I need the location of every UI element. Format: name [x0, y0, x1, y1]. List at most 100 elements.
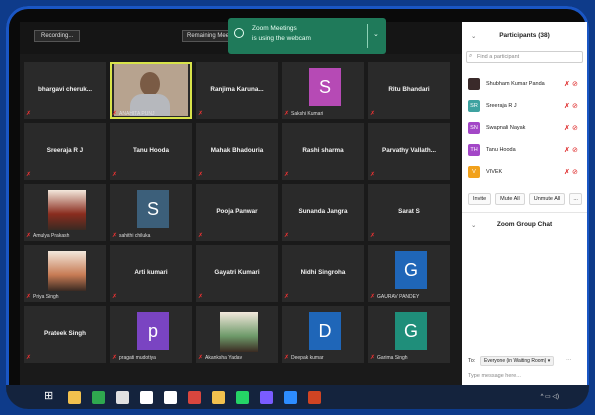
- muted-mic-icon[interactable]: ✗: [564, 146, 570, 154]
- system-tray[interactable]: ^ ▭ ◁): [541, 393, 559, 400]
- muted-mic-icon: ✗: [26, 172, 32, 178]
- unmute-all-button[interactable]: Unmute All: [528, 193, 566, 205]
- participant-tile[interactable]: p ✗ pragati mudotiya: [110, 306, 192, 363]
- muted-mic-icon[interactable]: ✗: [564, 102, 570, 110]
- participant-name: Arti kumari: [134, 269, 168, 276]
- files-icon[interactable]: [116, 391, 129, 404]
- panel-divider: [462, 212, 587, 213]
- participant-tile[interactable]: S ✗ Sakshi Kumari: [282, 62, 364, 119]
- participant-tile[interactable]: Sunanda Jangra ✗: [282, 184, 364, 241]
- participant-row[interactable]: V VIVEK ✗ ⊘: [468, 164, 583, 186]
- muted-mic-icon[interactable]: ✗: [564, 124, 570, 132]
- muted-mic-icon: ✗: [284, 355, 290, 361]
- video-off-icon[interactable]: ⊘: [572, 102, 578, 110]
- participant-tile[interactable]: Ritu Bhandari ✗: [368, 62, 450, 119]
- app-icon[interactable]: [140, 391, 153, 404]
- participant-tile[interactable]: ✗ ANAHITA PUNJ: [110, 62, 192, 119]
- folder-icon[interactable]: [212, 391, 225, 404]
- participant-tile[interactable]: Tanu Hooda ✗: [110, 123, 192, 180]
- powerpoint-icon[interactable]: [308, 391, 321, 404]
- participant-label: GAURAV PANDEY: [377, 294, 420, 300]
- participant-tile[interactable]: Sarat S ✗: [368, 184, 450, 241]
- participant-tile[interactable]: Parvathy Vallath... ✗: [368, 123, 450, 180]
- muted-mic-icon: ✗: [198, 172, 204, 178]
- muted-mic-icon: ✗: [26, 294, 32, 300]
- participant-label: Amulya Prakash: [33, 233, 70, 239]
- video-off-icon[interactable]: ⊘: [572, 146, 578, 154]
- participant-tile[interactable]: Sreeraja R J ✗: [24, 123, 106, 180]
- participant-tile[interactable]: G ✗ Garima Singh: [368, 306, 450, 363]
- mute-all-button[interactable]: Mute All: [495, 193, 525, 205]
- participant-label: Akanksha Yadav: [205, 355, 243, 361]
- muted-mic-icon: ✗: [112, 172, 118, 178]
- chat-message-input[interactable]: Type message here...: [468, 373, 521, 379]
- recording-indicator[interactable]: Recording...: [34, 30, 81, 42]
- file-explorer-icon[interactable]: [68, 391, 81, 404]
- video-off-icon[interactable]: ⊘: [572, 80, 578, 88]
- participants-title: Participants (38): [499, 32, 550, 39]
- chevron-down-icon[interactable]: ⌄: [373, 30, 379, 38]
- participant-tile[interactable]: Pooja Panwar ✗: [196, 184, 278, 241]
- participant-row[interactable]: SR Sreeraja R J ✗ ⊘: [468, 98, 583, 120]
- participant-row[interactable]: Shubham Kumar Panda ✗ ⊘: [468, 76, 583, 98]
- participant-actions: Invite Mute All Unmute All ...: [468, 193, 582, 205]
- participant-label: Priya Singh: [33, 294, 59, 300]
- chrome-icon[interactable]: [188, 391, 201, 404]
- chat-recipient-value: Everyone (in Waiting Room): [484, 358, 547, 364]
- participant-name: Mahak Bhadouria: [210, 147, 264, 154]
- participant-avatar: SN: [468, 122, 480, 134]
- participant-name: Parvathy Vallath...: [382, 147, 436, 154]
- profile-photo: [48, 251, 86, 291]
- muted-mic-icon[interactable]: ✗: [564, 168, 570, 176]
- office-icon[interactable]: [92, 391, 105, 404]
- muted-mic-icon: ✗: [370, 355, 376, 361]
- participant-tile[interactable]: S ✗ sahithi chiluka: [110, 184, 192, 241]
- participant-name: Rashi sharma: [302, 147, 344, 154]
- muted-mic-icon: ✗: [370, 111, 376, 117]
- webcam-notification[interactable]: Zoom Meetings is using the webcam ⌄: [228, 18, 386, 54]
- participant-tile[interactable]: Rashi sharma ✗: [282, 123, 364, 180]
- video-off-icon[interactable]: ⊘: [572, 168, 578, 176]
- zoom-icon[interactable]: [284, 391, 297, 404]
- muted-mic-icon: ✗: [284, 233, 290, 239]
- participant-tile[interactable]: Arti kumari ✗: [110, 245, 192, 302]
- video-off-icon[interactable]: ⊘: [572, 124, 578, 132]
- muted-mic-icon[interactable]: ✗: [564, 80, 570, 88]
- search-placeholder: Find a participant: [477, 54, 520, 60]
- participant-tile[interactable]: Gayatri Kumari ✗: [196, 245, 278, 302]
- start-icon[interactable]: ⊞: [44, 389, 57, 402]
- chat-recipient-dropdown[interactable]: Everyone (in Waiting Room) ▾: [480, 356, 555, 366]
- participant-tile[interactable]: ✗ Akanksha Yadav: [196, 306, 278, 363]
- participant-tile[interactable]: bhargavi cheruk... ✗: [24, 62, 106, 119]
- whatsapp-icon[interactable]: [236, 391, 249, 404]
- participant-label: Garima Singh: [377, 355, 408, 361]
- participant-name: Prateek Singh: [44, 330, 86, 337]
- participant-tile[interactable]: Prateek Singh ✗: [24, 306, 106, 363]
- webcam-video: [114, 64, 188, 116]
- find-participant-input[interactable]: ⌕ Find a participant: [466, 51, 583, 63]
- participant-tile[interactable]: D ✗ Deepak kumar: [282, 306, 364, 363]
- participant-row[interactable]: SN Swapnali Nayak ✗ ⊘: [468, 120, 583, 142]
- muted-mic-icon: ✗: [26, 111, 32, 117]
- notification-title: Zoom Meetings: [252, 25, 297, 32]
- participant-tile[interactable]: Mahak Bhadouria ✗: [196, 123, 278, 180]
- muted-mic-icon: ✗: [198, 111, 204, 117]
- participant-name: Gayatri Kumari: [214, 269, 260, 276]
- participant-name: Sreeraja R J: [46, 147, 84, 154]
- muted-mic-icon: ✗: [370, 172, 376, 178]
- participant-tile[interactable]: Ranjima Karuna... ✗: [196, 62, 278, 119]
- participant-row[interactable]: TH Tanu Hooda ✗ ⊘: [468, 142, 583, 164]
- participant-name: Nidhi Singroha: [300, 269, 346, 276]
- settings-icon[interactable]: [260, 391, 273, 404]
- hp-icon[interactable]: [164, 391, 177, 404]
- avatar: S: [137, 190, 169, 228]
- more-button[interactable]: ...: [569, 193, 582, 205]
- participant-tile[interactable]: ✗ Amulya Prakash: [24, 184, 106, 241]
- participant-tile[interactable]: G ✗ GAURAV PANDEY: [368, 245, 450, 302]
- profile-photo: [48, 190, 86, 230]
- invite-button[interactable]: Invite: [468, 193, 492, 205]
- participant-tile[interactable]: ✗ Priya Singh: [24, 245, 106, 302]
- chat-more-icon[interactable]: ···: [566, 357, 572, 363]
- participant-name: Swapnali Nayak: [486, 125, 526, 131]
- participant-tile[interactable]: Nidhi Singroha ✗: [282, 245, 364, 302]
